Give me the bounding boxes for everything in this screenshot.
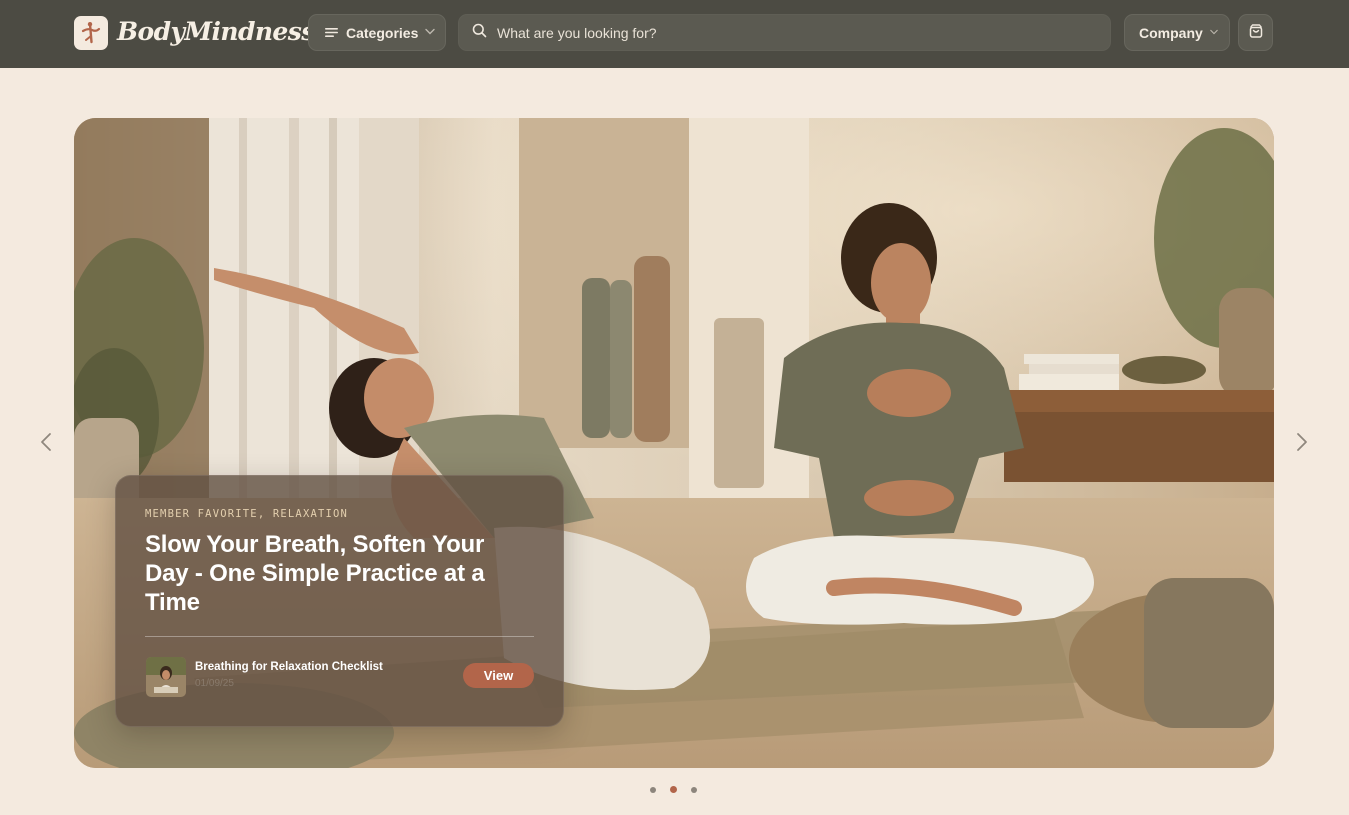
chevron-down-icon	[425, 27, 436, 38]
featured-card: MEMBER FAVORITE, RELAXATION Slow Your Br…	[115, 475, 564, 727]
company-label: Company	[1139, 24, 1203, 41]
categories-label: Categories	[346, 24, 419, 41]
carousel-dot[interactable]	[691, 786, 697, 793]
shopping-bag-icon	[1248, 23, 1264, 42]
chevron-down-icon	[1210, 27, 1218, 38]
view-button[interactable]: View	[463, 663, 534, 688]
search-bar[interactable]	[458, 14, 1111, 51]
card-divider	[145, 636, 534, 637]
cart-button[interactable]	[1238, 14, 1273, 51]
carousel-dot[interactable]	[650, 786, 656, 793]
item-title: Breathing for Relaxation Checklist	[195, 661, 383, 673]
categories-button[interactable]: Categories	[308, 14, 446, 51]
item-thumbnail[interactable]	[146, 657, 186, 697]
carousel-dot[interactable]	[670, 786, 677, 793]
item-date: 01/09/25	[195, 678, 234, 689]
carousel-pagination	[650, 786, 697, 793]
search-icon	[472, 23, 487, 43]
top-navbar: BodyMindness Categories Company	[0, 0, 1349, 68]
menu-lines-icon	[325, 27, 338, 38]
card-title: Slow Your Breath, Soften Your Day - One …	[145, 531, 485, 616]
search-input[interactable]	[497, 24, 1057, 41]
bodymindness-logo-icon[interactable]	[74, 16, 108, 50]
card-tags: MEMBER FAVORITE, RELAXATION	[145, 508, 349, 520]
chevron-left-icon[interactable]	[34, 430, 58, 454]
chevron-right-icon[interactable]	[1290, 430, 1314, 454]
company-button[interactable]: Company	[1124, 14, 1230, 51]
brand-name[interactable]: BodyMindness	[117, 15, 315, 49]
hero-banner: MEMBER FAVORITE, RELAXATION Slow Your Br…	[74, 118, 1274, 768]
